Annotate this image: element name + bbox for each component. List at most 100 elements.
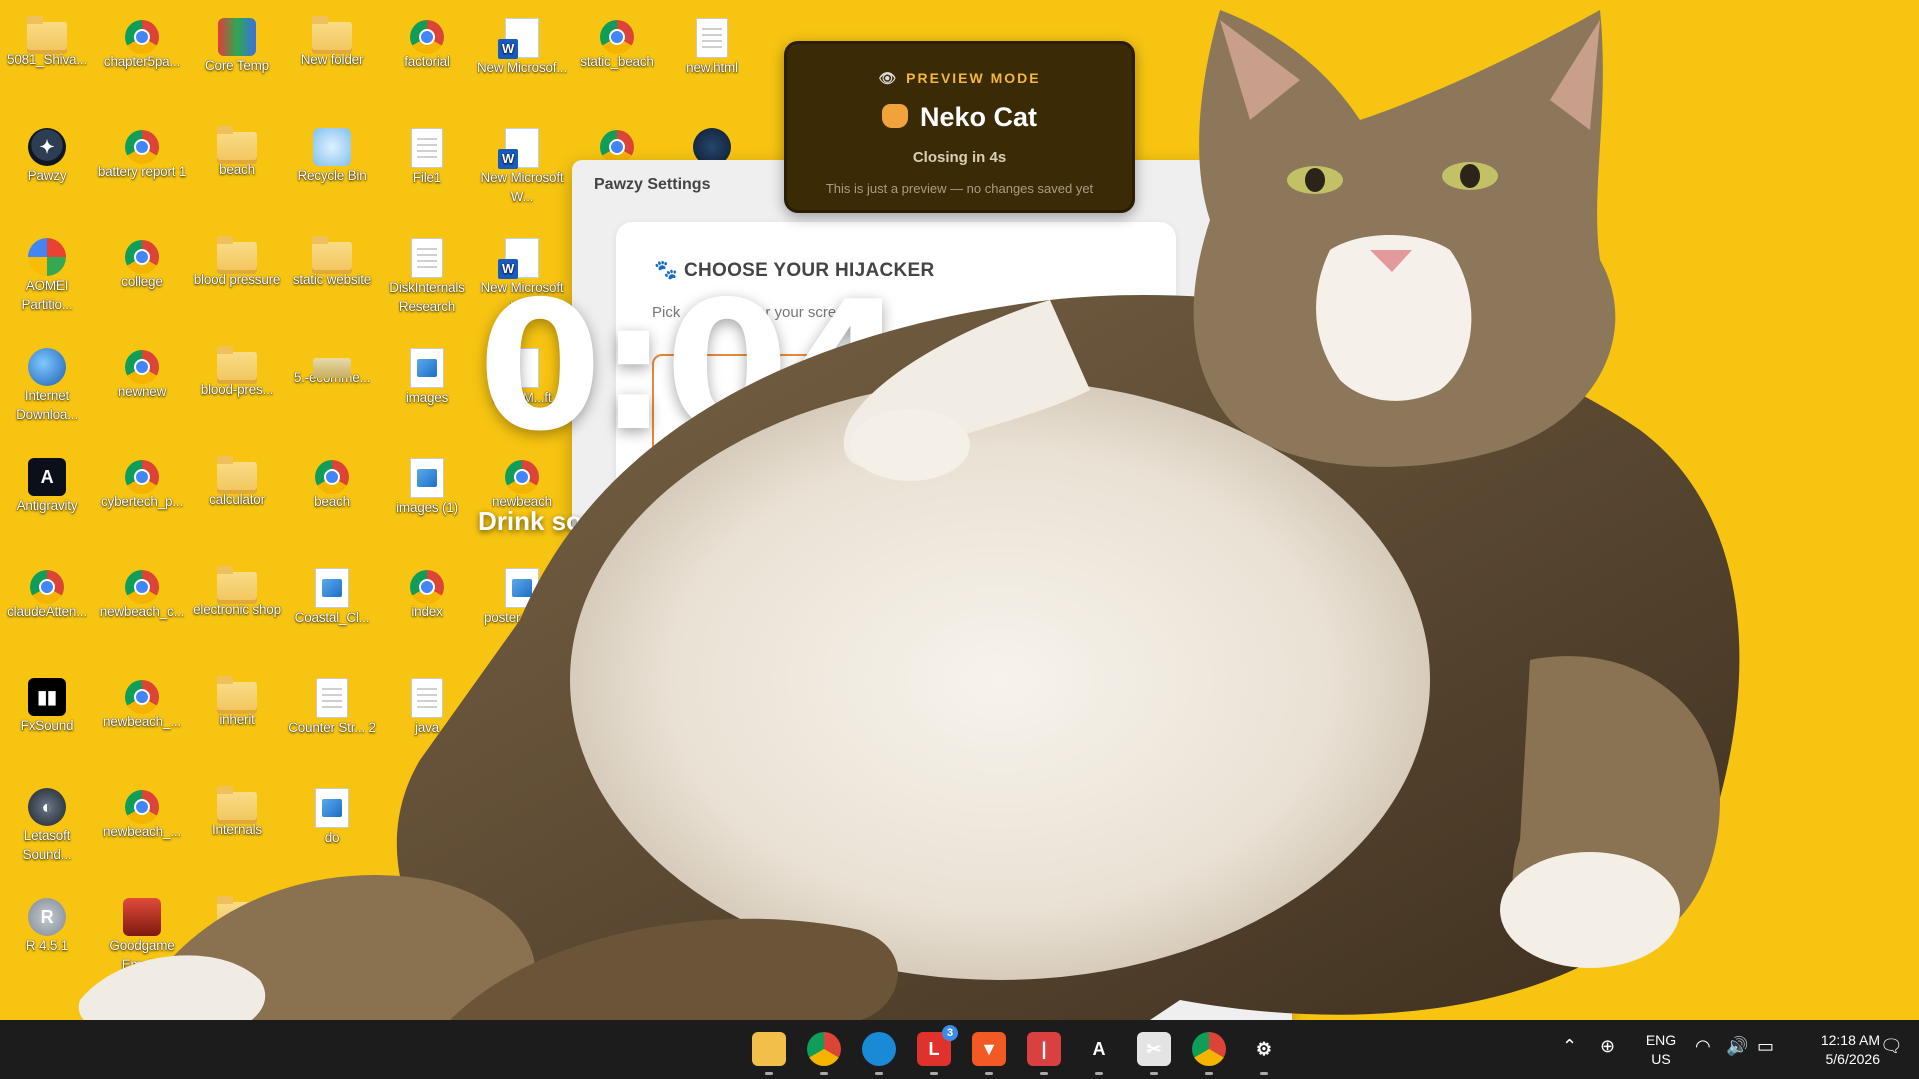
- folder-icon: [217, 126, 257, 164]
- language-indicator[interactable]: ENG US: [1643, 1031, 1679, 1069]
- desktop-icon[interactable]: ✦ Pawzy: [1, 124, 93, 185]
- edge-icon[interactable]: [862, 1032, 896, 1075]
- desktop-icon[interactable]: battery report 1: [96, 124, 188, 181]
- desktop-icon[interactable]: ...vam_yadav: [476, 894, 568, 961]
- desktop-icon[interactable]: New Microsof...: [476, 14, 568, 77]
- desktop-icon[interactable]: beach: [286, 454, 378, 511]
- desktop-icon-label: java: [415, 720, 439, 735]
- desktop-icon[interactable]: beach: [191, 124, 283, 179]
- desktop-icon[interactable]: newbeach_...: [96, 784, 188, 841]
- preview-cat-name: Neko Cat: [787, 102, 1132, 133]
- desktop-icon[interactable]: cybertech_p...: [96, 454, 188, 511]
- chrome-file-icon: [30, 570, 64, 604]
- chrome-icon[interactable]: [807, 1032, 841, 1075]
- taskbar-clock[interactable]: 12:18 AM 5/6/2026: [1788, 1031, 1880, 1069]
- desktop-icon-label: Counter Str... 2: [288, 720, 376, 735]
- show-hidden-icons-chevron-icon[interactable]: ⌃: [1562, 1036, 1577, 1057]
- desktop-icon[interactable]: 5081_Shiva...: [1, 14, 93, 69]
- desktop-icon[interactable]: images (1): [381, 454, 473, 517]
- desktop-icon[interactable]: [191, 894, 283, 934]
- desktop-icon[interactable]: newbeach_...: [96, 674, 188, 731]
- desktop-icon[interactable]: ▮▮ FxSound: [1, 674, 93, 735]
- desktop-icon[interactable]: Recycle Bin: [286, 124, 378, 185]
- image-file-icon: [315, 568, 349, 608]
- brave-icon[interactable]: ▼: [972, 1032, 1006, 1075]
- desktop-icon[interactable]: DiskInternals Research: [381, 234, 473, 316]
- settings-gear-icon[interactable]: ⚙: [1247, 1032, 1281, 1075]
- desktop-icon[interactable]: static website: [286, 234, 378, 289]
- desktop-icon[interactable]: inherit: [191, 674, 283, 729]
- image-file-icon: [505, 568, 539, 608]
- core-temp-icon[interactable]: |: [1027, 1032, 1061, 1075]
- desktop-icon-label: new.html: [686, 60, 738, 75]
- letasoft-app-icon: ◐: [28, 788, 66, 826]
- desktop-icon[interactable]: java: [381, 674, 473, 737]
- document-icon: [316, 678, 348, 718]
- desktop-icon[interactable]: Counter Str... 2: [286, 674, 378, 737]
- desktop-icon[interactable]: Goodgame Empi...: [96, 894, 188, 974]
- snipping-tool-icon[interactable]: ✂: [1137, 1032, 1171, 1075]
- desktop-icon[interactable]: New folder: [286, 14, 378, 69]
- desktop-icon[interactable]: factorial: [381, 14, 473, 71]
- desktop-icon[interactable]: college: [96, 234, 188, 291]
- desktop-icon-label: FxSound: [20, 718, 74, 733]
- network-vpn-icon[interactable]: ⊕: [1600, 1036, 1615, 1057]
- lists-app-icon[interactable]: L3: [917, 1025, 958, 1075]
- chrome-file-icon: [125, 20, 159, 54]
- desktop-icon[interactable]: index: [381, 564, 473, 621]
- chrome-file-icon: [410, 570, 444, 604]
- folder-icon: [217, 456, 257, 494]
- desktop-icon[interactable]: 5.-ecomme...: [286, 344, 378, 387]
- desktop-icon[interactable]: poster-cont...: [476, 564, 568, 627]
- word-document-icon: [498, 128, 539, 169]
- image-file-icon: [410, 348, 444, 388]
- desktop-icon[interactable]: newnew: [96, 344, 188, 401]
- desktop-icon[interactable]: [286, 894, 378, 942]
- folder-icon: [217, 896, 257, 934]
- settings-window-title: Pawzy Settings: [594, 176, 711, 193]
- desktop-icon-label: index: [411, 604, 443, 619]
- file-explorer-icon[interactable]: [752, 1032, 786, 1075]
- antigravity-app-icon: A: [28, 458, 66, 496]
- taskbar-glyph: ✂: [1146, 1038, 1162, 1059]
- wifi-icon[interactable]: ◠: [1695, 1036, 1711, 1057]
- desktop-icon[interactable]: Core Temp: [191, 14, 283, 75]
- battery-icon[interactable]: ▭: [1757, 1036, 1774, 1057]
- desktop-icon[interactable]: new.html: [666, 14, 758, 77]
- notification-icon[interactable]: 🗨: [1880, 1036, 1903, 1057]
- desktop-icon[interactable]: ◐ Letasoft Sound...: [1, 784, 93, 864]
- chrome-file-icon: [125, 570, 159, 604]
- desktop-icon[interactable]: Internals: [191, 784, 283, 839]
- desktop-icon[interactable]: File1: [381, 124, 473, 187]
- desktop-icon[interactable]: Internet Downloa...: [1, 344, 93, 424]
- desktop-icon[interactable]: blood-pres...: [191, 344, 283, 399]
- desktop-icon[interactable]: newbeach_c...: [96, 564, 188, 621]
- desktop-icon-label: File1: [412, 170, 442, 185]
- taskbar-glyph: [1192, 1032, 1226, 1066]
- antigravity-icon[interactable]: A: [1082, 1032, 1116, 1075]
- hijacker-option-description: The o: [702, 510, 738, 526]
- desktop-icon-label: DiskInternals Research: [389, 280, 465, 314]
- desktop-icon[interactable]: chapter5pa...: [96, 14, 188, 71]
- volume-icon[interactable]: 🔊: [1726, 1036, 1748, 1057]
- desktop-icon[interactable]: edge: [381, 894, 473, 961]
- desktop-icon[interactable]: Coastal_Cl...: [286, 564, 378, 627]
- desktop-icon[interactable]: AOMEI Partitio...: [1, 234, 93, 314]
- desktop-icon[interactable]: images: [381, 344, 473, 407]
- desktop-icon[interactable]: static_beach: [571, 14, 663, 71]
- drive-icon: [313, 358, 351, 378]
- cat-face-icon: [881, 104, 908, 128]
- desktop-icon[interactable]: blood pressure: [191, 234, 283, 289]
- desktop-icon[interactable]: claudeAtten...: [1, 564, 93, 621]
- desktop-icon[interactable]: New Microsoft W...: [476, 124, 568, 206]
- desktop-icon-label: newnew: [117, 384, 167, 399]
- desktop-icon-label: cybertech_p...: [101, 494, 183, 509]
- desktop-icon[interactable]: electronic shop: [191, 564, 283, 619]
- desktop-icon[interactable]: R R 4.5.1: [1, 894, 93, 955]
- desktop-icon[interactable]: do: [286, 784, 378, 847]
- desktop-icon[interactable]: calculator: [191, 454, 283, 509]
- desktop-icon[interactable]: [571, 124, 663, 164]
- image-file-icon: [410, 458, 444, 498]
- desktop-icon[interactable]: A Antigravity: [1, 454, 93, 515]
- chrome-profile-icon[interactable]: [1192, 1032, 1226, 1075]
